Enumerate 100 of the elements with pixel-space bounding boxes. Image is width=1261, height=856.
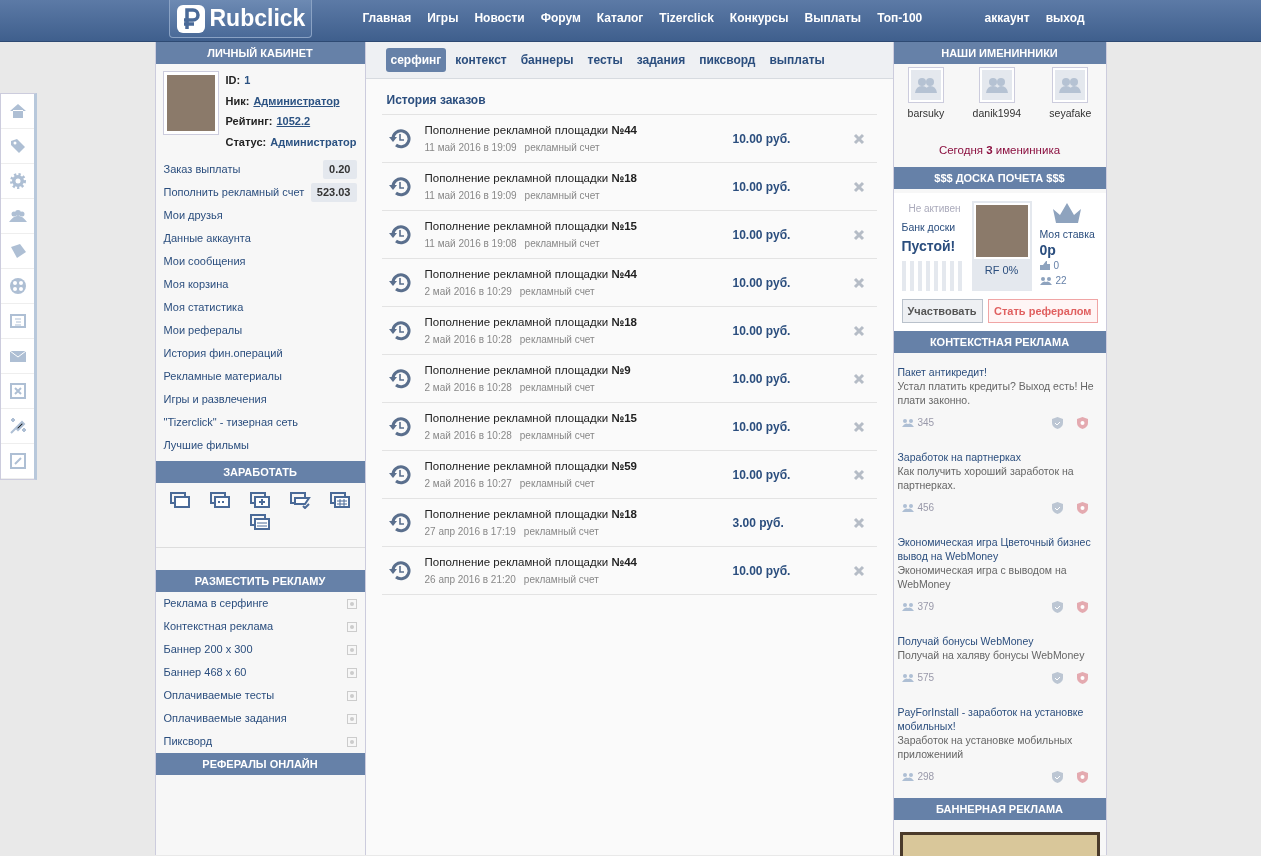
window-check-icon[interactable] xyxy=(289,491,311,509)
menu-link[interactable]: Игры и развлечения xyxy=(163,391,267,408)
menu-link[interactable]: Мои сообщения xyxy=(163,253,246,270)
profile-link[interactable]: Администратор xyxy=(253,92,340,109)
nav-link[interactable]: Новости xyxy=(474,9,525,27)
nav-link[interactable]: Игры xyxy=(427,9,459,27)
menu-link[interactable]: Моя корзина xyxy=(163,276,229,293)
gear-icon[interactable] xyxy=(7,171,28,191)
close-icon[interactable] xyxy=(852,132,865,145)
tab[interactable]: контекст xyxy=(450,48,512,72)
menu-link[interactable]: Моя статистика xyxy=(163,299,244,316)
shield-alert-icon[interactable] xyxy=(1076,770,1088,783)
nav-link[interactable]: Конкурсы xyxy=(729,9,789,27)
window-icon[interactable] xyxy=(169,491,191,509)
nav-link[interactable]: Топ-100 xyxy=(877,9,923,27)
username-link[interactable]: barsuky xyxy=(907,106,945,122)
reel-icon[interactable] xyxy=(7,276,28,296)
header-link[interactable]: выход xyxy=(1045,9,1085,27)
bank-value: Пустой! xyxy=(901,236,957,256)
close-icon[interactable] xyxy=(852,228,865,241)
menu-link[interactable]: Оплачиваемые задания xyxy=(163,710,287,727)
expand-icon[interactable] xyxy=(346,598,357,609)
menu-link[interactable]: Пополнить рекламный счет xyxy=(163,184,305,201)
menu-link[interactable]: Оплачиваемые тесты xyxy=(163,687,275,704)
expand-icon[interactable] xyxy=(346,667,357,678)
order-title: Пополнение рекламной площадки №59 xyxy=(424,459,638,475)
shield-check-icon[interactable] xyxy=(1051,600,1063,613)
section-header: РАЗМЕСТИТЬ РЕКЛАМУ xyxy=(155,570,365,592)
close-icon[interactable] xyxy=(852,372,865,385)
menu-link[interactable]: История фин.операций xyxy=(163,345,283,362)
avatar-placeholder[interactable] xyxy=(979,68,1014,102)
menu-link[interactable]: Баннер 200 x 300 xyxy=(163,641,253,658)
menu-link[interactable]: Мои друзья xyxy=(163,207,223,224)
menu-link[interactable]: Контекстная реклама xyxy=(163,618,274,635)
shield-alert-icon[interactable] xyxy=(1076,671,1088,684)
nav-link[interactable]: Выплаты xyxy=(804,9,862,27)
expand-icon[interactable] xyxy=(346,736,357,747)
shield-alert-icon[interactable] xyxy=(1076,600,1088,613)
order-title: Пополнение рекламной площадки №44 xyxy=(424,267,638,283)
shield-alert-icon[interactable] xyxy=(1076,501,1088,514)
ad-title-link[interactable]: Экономическая игра Цветочный бизнес вывод на WebMoney xyxy=(897,535,1102,564)
tab[interactable]: пиксворд xyxy=(694,48,761,72)
menu-link[interactable]: Мои рефералы xyxy=(163,322,243,339)
menu-link[interactable]: Рекламные материалы xyxy=(163,368,282,385)
ad-title-link[interactable]: Получай бонусы WebMoney xyxy=(897,634,1102,649)
close-icon[interactable] xyxy=(852,516,865,529)
tab[interactable]: выплаты xyxy=(764,48,830,72)
tab[interactable]: задания xyxy=(631,48,691,72)
birthday-count: Сегодня 3 именинника xyxy=(937,142,1062,158)
menu-link[interactable]: Данные аккаунта xyxy=(163,230,251,247)
shield-check-icon[interactable] xyxy=(1051,501,1063,514)
close-icon[interactable] xyxy=(852,324,865,337)
window-plus-icon[interactable] xyxy=(249,491,271,509)
menu-link[interactable]: Реклама в серфинге xyxy=(163,595,269,612)
expand-icon[interactable] xyxy=(346,713,357,724)
window-grid-icon[interactable] xyxy=(329,491,351,509)
nav-link[interactable]: Главная xyxy=(362,9,412,27)
expand-icon[interactable] xyxy=(346,690,357,701)
section-header: ЗАРАБОТАТЬ xyxy=(155,461,365,483)
ad-title-link[interactable]: PayForInstall - заработок на установке мобильных! xyxy=(897,705,1102,734)
menu-link[interactable]: Баннер 468 x 60 xyxy=(163,664,247,681)
window-dots-icon[interactable] xyxy=(209,491,231,509)
shield-check-icon[interactable] xyxy=(1051,671,1063,684)
close-icon[interactable] xyxy=(852,276,865,289)
order-amount: 10.00 руб. xyxy=(732,274,792,292)
close-icon[interactable] xyxy=(852,180,865,193)
shield-check-icon[interactable] xyxy=(1051,770,1063,783)
close-icon[interactable] xyxy=(852,564,865,577)
avatar-placeholder[interactable] xyxy=(909,68,943,102)
document-icon[interactable] xyxy=(7,311,28,331)
username-link[interactable]: danik1994 xyxy=(972,106,1022,122)
menu-link[interactable]: Пиксворд xyxy=(163,733,213,750)
close-box-icon[interactable] xyxy=(7,381,28,401)
shield-alert-icon[interactable] xyxy=(1076,416,1088,429)
ad-title-link[interactable]: Заработок на партнерках xyxy=(897,450,1102,465)
tab[interactable]: серфинг xyxy=(385,48,447,72)
username-link[interactable]: seyafake xyxy=(1049,106,1092,122)
tab[interactable]: баннеры xyxy=(515,48,579,72)
header-link[interactable]: аккаунт xyxy=(984,9,1030,27)
menu-link[interactable]: Заказ выплаты xyxy=(163,161,241,178)
order-date: 11 май 2016 в 19:08 xyxy=(424,236,517,251)
nav-link[interactable]: Tizerclick xyxy=(659,9,714,27)
order-amount: 10.00 руб. xyxy=(732,562,792,580)
pencil-box-icon[interactable] xyxy=(7,451,28,471)
action-button[interactable]: Участвовать xyxy=(901,298,983,324)
window-stack-icon[interactable] xyxy=(249,513,271,531)
shield-check-icon[interactable] xyxy=(1051,416,1063,429)
menu-link[interactable]: Лучшие фильмы xyxy=(163,437,250,454)
ad-title-link[interactable]: Пакет антикредит! xyxy=(897,365,1102,380)
expand-icon[interactable] xyxy=(346,644,357,655)
nav-link[interactable]: Форум xyxy=(540,9,581,27)
tab[interactable]: тесты xyxy=(582,48,628,72)
nav-link[interactable]: Каталог xyxy=(596,9,644,27)
close-icon[interactable] xyxy=(852,468,865,481)
avatar-placeholder[interactable] xyxy=(1053,68,1088,102)
site-logo[interactable]: Rubclick xyxy=(168,0,313,38)
expand-icon[interactable] xyxy=(346,621,357,632)
menu-link[interactable]: "Tizerclick" - тизерная сеть xyxy=(163,414,299,431)
close-icon[interactable] xyxy=(852,420,865,433)
profile-link[interactable]: 1052.2 xyxy=(276,113,311,130)
